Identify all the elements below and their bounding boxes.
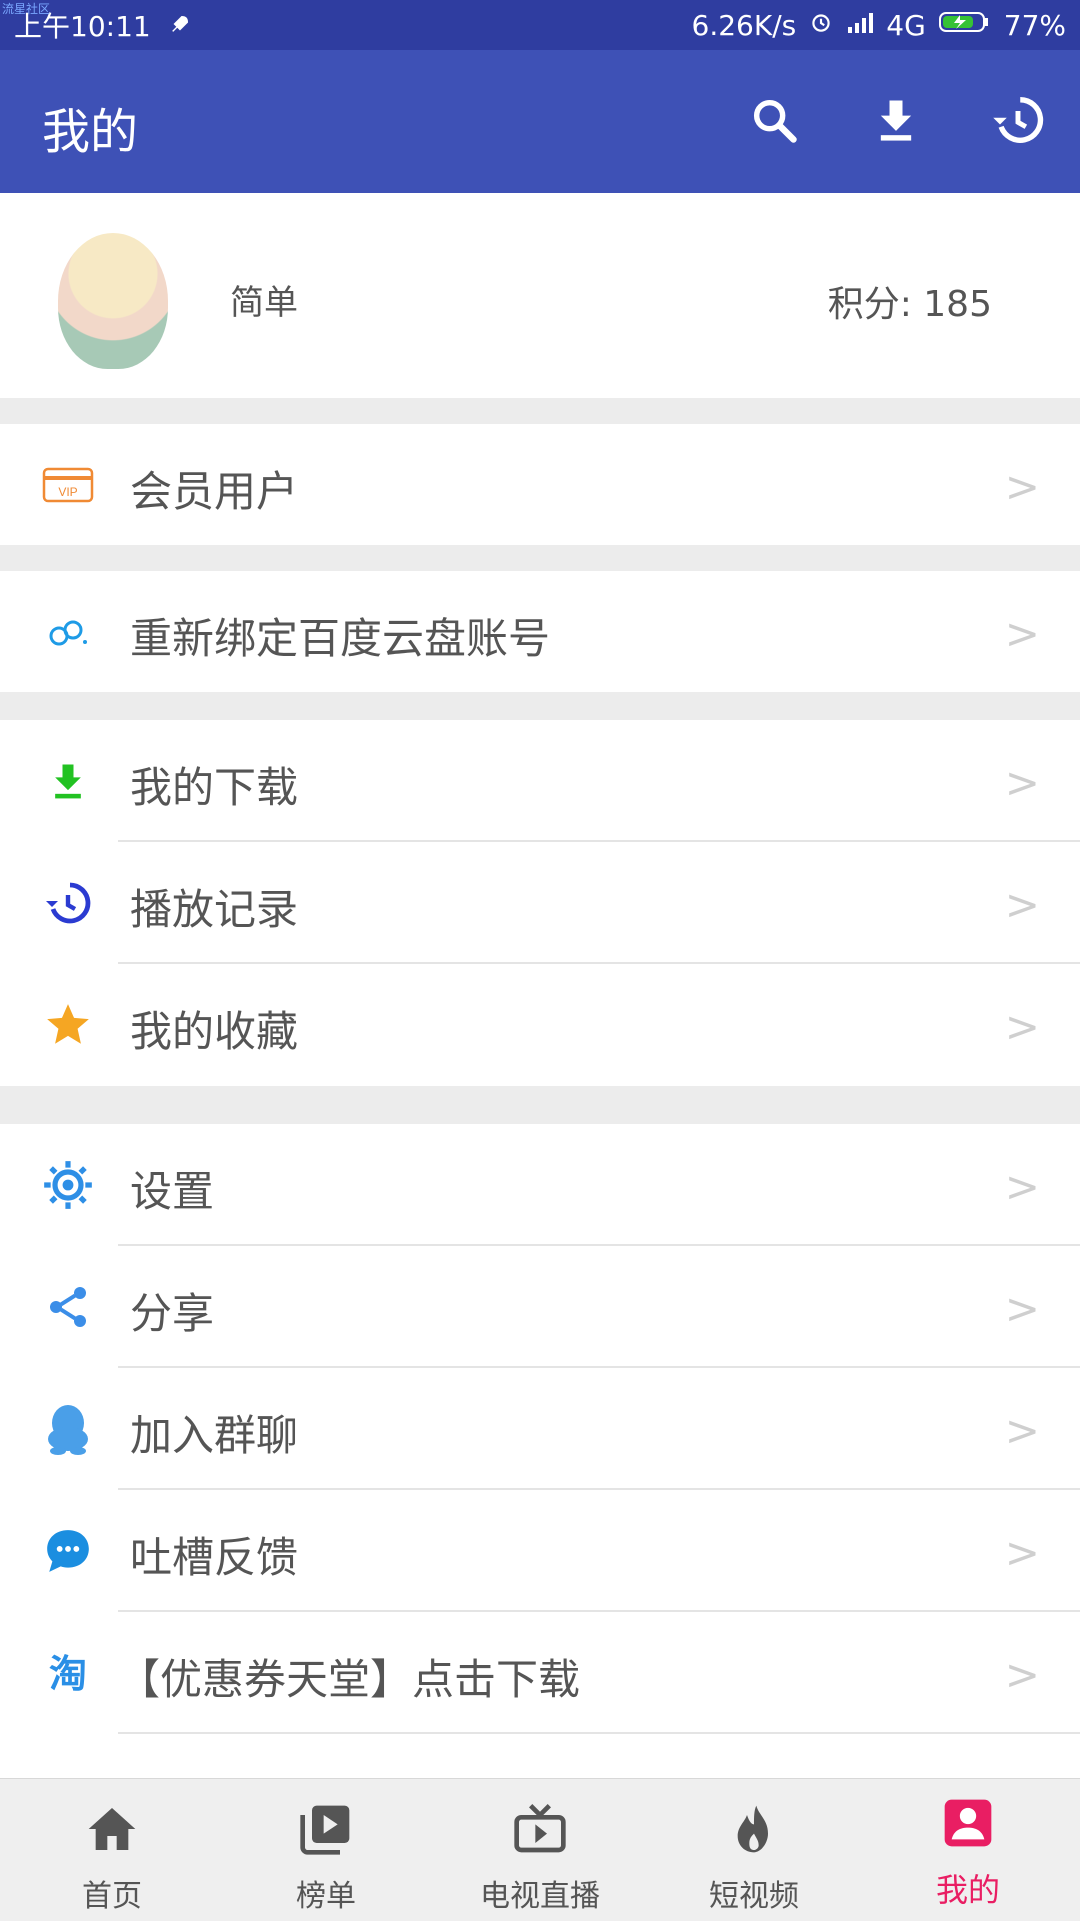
tv-icon (512, 1801, 568, 1857)
chevron-right-icon: > (1004, 758, 1040, 807)
chat-bubble-icon (40, 1526, 96, 1576)
section-gap (0, 1086, 1080, 1124)
network-type: 4G (886, 8, 926, 42)
status-bar: 流星社区 上午10:11 6.26K/s 4G 77% (0, 0, 1080, 50)
chevron-right-icon: > (1004, 880, 1040, 929)
net-speed: 6.26K/s (691, 8, 797, 42)
svg-text:VIP: VIP (58, 485, 77, 499)
menu-label: 我的下载 (130, 763, 299, 812)
account-box-icon (940, 1795, 996, 1851)
download-button[interactable] (864, 90, 928, 154)
tab-label: 榜单 (296, 1879, 356, 1914)
menu-item-my-downloads[interactable]: 我的下载 > (0, 720, 1080, 841)
section-gap (0, 398, 1080, 424)
section-gap (0, 545, 1080, 571)
menu-label: 会员用户 (130, 467, 299, 516)
tab-short-video[interactable]: 短视频 (646, 1779, 862, 1921)
menu-label: 重新绑定百度云盘账号 (130, 614, 551, 663)
signal-icon (846, 9, 874, 42)
app-bar: 我的 (0, 50, 1080, 193)
flame-icon (726, 1801, 782, 1857)
divider (118, 1732, 1080, 1734)
menu-label: 我的收藏 (130, 1007, 299, 1056)
video-library-icon (298, 1801, 354, 1857)
menu-item-settings[interactable]: 设置 > (0, 1124, 1080, 1245)
tab-label: 电视直播 (480, 1879, 600, 1914)
history-icon (991, 93, 1045, 151)
menu-item-coupon-download[interactable]: 淘 【优惠券天堂】点击下载 > (0, 1612, 1080, 1733)
qq-penguin-icon (40, 1404, 96, 1455)
menu-item-baidu-cloud[interactable]: 重新绑定百度云盘账号 > (0, 571, 1080, 692)
vip-card-icon: VIP (40, 460, 96, 510)
points-label: 积分: (827, 284, 912, 325)
battery-percent: 77% (1003, 8, 1066, 42)
chevron-right-icon: > (1004, 1528, 1040, 1577)
history-icon (40, 878, 96, 928)
chevron-right-icon: > (1004, 1650, 1040, 1699)
chevron-right-icon: > (1004, 1002, 1040, 1051)
menu-item-feedback[interactable]: 吐槽反馈 > (0, 1490, 1080, 1611)
chevron-right-icon: > (1004, 462, 1040, 511)
chevron-right-icon: > (1004, 1162, 1040, 1211)
rocket-icon (169, 9, 191, 42)
svg-text:淘: 淘 (49, 1652, 87, 1696)
battery-icon (938, 9, 992, 42)
menu-label: 分享 (130, 1289, 215, 1338)
search-icon (748, 94, 800, 150)
home-icon (84, 1801, 140, 1857)
menu-label: 播放记录 (130, 885, 299, 934)
tab-home[interactable]: 首页 (4, 1779, 220, 1921)
points-value: 185 (923, 284, 992, 325)
tab-tv-live[interactable]: 电视直播 (432, 1779, 648, 1921)
taobao-icon: 淘 (40, 1648, 96, 1698)
menu-label: 吐槽反馈 (130, 1533, 299, 1582)
menu-label: 设置 (130, 1167, 215, 1216)
watermark: 流星社区 (2, 2, 51, 16)
username: 简单 (230, 283, 298, 323)
cloud-link-icon (40, 607, 96, 657)
download-icon (40, 756, 96, 806)
chevron-right-icon: > (1004, 1284, 1040, 1333)
settings-gear-icon (40, 1160, 96, 1210)
chevron-right-icon: > (1004, 1406, 1040, 1455)
alarm-icon (808, 9, 834, 42)
share-icon (40, 1282, 96, 1332)
tab-label: 我的 (935, 1871, 1000, 1909)
menu-item-share[interactable]: 分享 > (0, 1246, 1080, 1367)
section-gap (0, 692, 1080, 720)
chevron-right-icon: > (1004, 609, 1040, 658)
search-button[interactable] (742, 90, 806, 154)
page-title: 我的 (42, 104, 139, 160)
menu-item-play-history[interactable]: 播放记录 > (0, 842, 1080, 963)
tab-label: 首页 (82, 1879, 142, 1914)
menu-item-favorites[interactable]: 我的收藏 > (0, 964, 1080, 1085)
avatar[interactable] (58, 233, 168, 369)
download-icon (870, 94, 922, 150)
bottom-navigation: 首页 榜单 电视直播 短视频 我的 (0, 1778, 1080, 1921)
tab-label: 短视频 (709, 1879, 799, 1914)
menu-label: 加入群聊 (130, 1411, 299, 1460)
tab-mine[interactable]: 我的 (860, 1779, 1076, 1921)
history-button[interactable] (986, 90, 1050, 154)
points: 积分: 185 (828, 275, 992, 327)
profile-card[interactable]: 简单 积分: 185 (0, 193, 1080, 398)
tab-rankings[interactable]: 榜单 (218, 1779, 434, 1921)
star-icon (40, 1000, 96, 1050)
menu-label: 【优惠券天堂】点击下载 (118, 1655, 581, 1704)
menu-item-vip[interactable]: VIP 会员用户 > (0, 424, 1080, 545)
menu-item-join-group[interactable]: 加入群聊 > (0, 1368, 1080, 1489)
